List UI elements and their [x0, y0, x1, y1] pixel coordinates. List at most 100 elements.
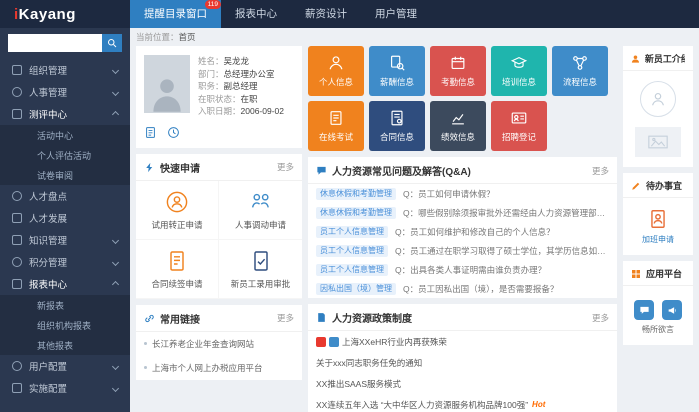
bullet-icon	[144, 366, 147, 369]
sidebar-item-impl-config[interactable]: 实施配置	[0, 377, 130, 399]
quick-apply-panel: 快速申请 更多 试用转正申请 人事调动申请 合同续签申请 新员工录用审批	[136, 153, 302, 299]
policy-item[interactable]: 上海XXeHR行业内再获殊荣	[308, 331, 617, 352]
sidebar-subitem-activity-center[interactable]: 活动中心	[0, 125, 130, 145]
policy-more-link[interactable]: 更多	[592, 312, 609, 324]
sidebar-item-org[interactable]: 组织管理	[0, 59, 130, 81]
tile-recruitment[interactable]: 招聘登记	[491, 101, 547, 151]
qa-more-link[interactable]: 更多	[592, 165, 609, 177]
panel-title: 人力资源常见问题及解答(Q&A)	[332, 167, 471, 178]
sidebar-item-evaluation[interactable]: 测评中心	[0, 103, 130, 125]
tile-attendance-info[interactable]: 考勤信息	[430, 46, 486, 96]
panel-title: 快速申请	[160, 163, 200, 175]
quick-apply-probation[interactable]: 试用转正申请	[136, 180, 219, 240]
chevron-down-icon	[111, 88, 120, 96]
panel-title: 应用平台	[646, 269, 683, 279]
top-menu-users[interactable]: 用户管理	[361, 0, 431, 28]
chevron-down-icon	[111, 258, 120, 266]
id-card-icon	[511, 112, 527, 124]
app-label: 畅所欲言	[642, 325, 674, 334]
top-bar: i Kayang 提醒目录窗口 119 报表中心 薪资设计 用户管理	[0, 0, 699, 28]
sidebar-item-report-center[interactable]: 报表中心	[0, 273, 130, 295]
policy-item[interactable]: XX连续五年入选 “大中华区人力资源服务机构品牌100强” Hot	[308, 394, 617, 412]
sidebar-item-user-config[interactable]: 用户配置	[0, 355, 130, 377]
sidebar-item-talent-development[interactable]: 人才发展	[0, 207, 130, 229]
chevron-up-icon	[111, 280, 120, 288]
app-announce-icon[interactable]	[662, 300, 682, 320]
link-icon	[145, 314, 154, 322]
qa-item[interactable]: 休息休假和考勤管理 Q：员工如何申请休假？	[308, 184, 617, 203]
tile-personal-info[interactable]: 个人信息	[308, 46, 364, 96]
quick-apply-more-link[interactable]: 更多	[277, 161, 294, 173]
sidebar-subitem-other-report[interactable]: 其他报表	[0, 335, 130, 355]
breadcrumb-current[interactable]: 首页	[179, 32, 196, 42]
resume-icon[interactable]	[144, 126, 157, 139]
app-forum-icon[interactable]	[634, 300, 654, 320]
sidebar-item-talent-review[interactable]: 人才盘点	[0, 185, 130, 207]
person-icon	[329, 56, 343, 70]
contract-seal-icon	[391, 110, 403, 126]
panel-title: 人力资源政策制度	[332, 314, 412, 325]
new-employee-icon	[631, 54, 640, 63]
qa-item[interactable]: 因私出国（境）管理 Q：员工因私出国（境），是否需要报备？	[308, 279, 617, 298]
knowledge-icon	[12, 235, 22, 245]
tile-workflow-info[interactable]: 流程信息	[552, 46, 608, 96]
quick-apply-transfer[interactable]: 人事调动申请	[219, 181, 302, 240]
todo-panel: 待办事宜 加班申请	[623, 173, 693, 255]
speech-icon	[639, 306, 649, 314]
policy-item[interactable]: XX推出SAAS服务模式	[308, 373, 617, 394]
tile-contract-info[interactable]: 合同信息	[369, 101, 425, 151]
search-input[interactable]	[8, 34, 102, 52]
links-more-link[interactable]: 更多	[277, 312, 294, 324]
new-employee-panel: 新员工介绍	[623, 46, 693, 167]
bullet-icon	[144, 342, 147, 345]
org-icon	[12, 65, 22, 75]
clock-icon[interactable]	[167, 126, 180, 139]
employee-position: 职务：副总经理	[198, 81, 258, 91]
employee-status: 在职状态：在职	[198, 93, 258, 104]
user-config-icon	[12, 361, 22, 371]
employee-hire-date: 入职日期：2006-09-02	[198, 106, 284, 116]
pencil-icon	[632, 182, 640, 190]
employee-name: 姓名：吴龙龙	[198, 56, 250, 66]
quick-apply-new-hire[interactable]: 新员工录用审批	[219, 240, 302, 299]
tile-salary-info[interactable]: 薪酬信息	[369, 46, 425, 96]
qa-item[interactable]: 休息休假和考勤管理Q：哪些假别除须报审批外还需经由人力资源管理部门审核批准？	[308, 203, 617, 222]
qa-item[interactable]: 员工个人信息管理 Q：出具各类人事证明需由谁负责办理？	[308, 260, 617, 279]
megaphone-icon	[668, 306, 676, 314]
sidebar-item-hr[interactable]: 人事管理	[0, 81, 130, 103]
sidebar-subitem-org-report[interactable]: 组织机构报表	[0, 315, 130, 335]
report-submenu: 新报表 组织机构报表 其他报表	[0, 295, 130, 355]
top-menu-reports[interactable]: 报表中心	[221, 0, 291, 28]
tile-training-info[interactable]: 培训信息	[491, 46, 547, 96]
notification-badge: 119	[204, 0, 221, 9]
avatar	[640, 81, 676, 117]
salary-search-icon	[391, 55, 405, 71]
sidebar-item-knowledge[interactable]: 知识管理	[0, 229, 130, 251]
points-icon	[12, 257, 22, 267]
exam-sheet-icon	[330, 111, 342, 125]
graduation-cap-icon	[510, 56, 528, 68]
tile-online-exam[interactable]: 在线考试	[308, 101, 364, 151]
tile-performance-info[interactable]: 绩效信息	[430, 101, 486, 151]
qa-item[interactable]: 员工个人信息管理 Q：员工通过在职学习取得了硕士学位，其学历信息如何维护？	[308, 241, 617, 260]
policy-item[interactable]: 关于xxx同志职务任免的通知	[308, 352, 617, 373]
hot-badge: Hot	[532, 400, 546, 409]
qa-item[interactable]: 员工个人信息管理 Q：员工如何维护和修改自己的个人信息？	[308, 222, 617, 241]
top-menu-salary[interactable]: 薪资设计	[291, 0, 361, 28]
search-button[interactable]	[102, 34, 122, 52]
external-link-tax[interactable]: 上海市个人网上办税应用平台	[136, 356, 302, 380]
sidebar-subitem-paper-review[interactable]: 试卷审阅	[0, 165, 130, 185]
sidebar-search	[8, 34, 122, 52]
todo-item[interactable]: 加班申请	[623, 198, 693, 255]
line-chart-icon	[452, 114, 464, 125]
sidebar-subitem-new-report[interactable]: 新报表	[0, 295, 130, 315]
impl-config-icon	[12, 383, 22, 393]
workflow-icon	[573, 56, 587, 70]
external-link-pension[interactable]: 长江养老企业年金查询网站	[136, 332, 302, 356]
chevron-down-icon	[111, 384, 120, 392]
sidebar-subitem-personal-evaluation[interactable]: 个人评估活动	[0, 145, 130, 165]
quick-apply-contract-renew[interactable]: 合同续签申请	[136, 239, 219, 299]
people-icon	[12, 87, 22, 97]
top-menu-reminder[interactable]: 提醒目录窗口 119	[130, 0, 221, 28]
sidebar-item-points[interactable]: 积分管理	[0, 251, 130, 273]
